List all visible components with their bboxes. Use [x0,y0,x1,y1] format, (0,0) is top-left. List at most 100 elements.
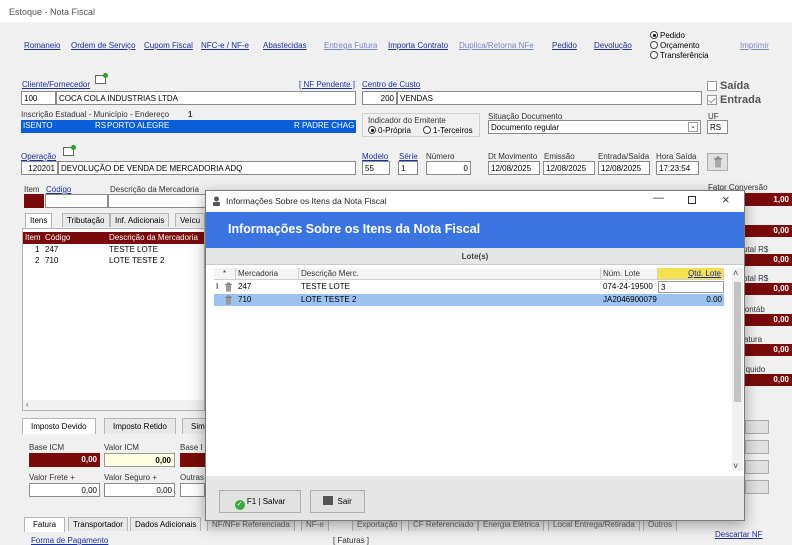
centro-code-field[interactable]: 200 [362,91,397,105]
codigo-label[interactable]: Código [46,185,71,194]
save-button[interactable]: ✓ F1 | Salvar [219,490,301,513]
centro-name-field[interactable]: VENDAS [397,91,702,105]
table-row[interactable]: 2 710 LOTE TESTE 2 [23,256,204,267]
entrada-saida-field[interactable]: 12/08/2025 [598,161,650,175]
emissao-field[interactable]: 12/08/2025 [543,161,595,175]
tab-itens[interactable]: Itens [25,213,53,228]
chevron-down-icon[interactable]: ⌄ [688,122,698,132]
radio-pedido[interactable]: Pedido [650,31,709,41]
tab-inf-adicionais[interactable]: Inf. Adicionais [110,213,170,227]
menu-imprimir[interactable]: Imprimir [740,41,792,50]
modelo-field[interactable]: 55 [362,161,390,175]
codigo-field[interactable] [45,194,108,208]
tab-fatura[interactable]: Fatura [24,517,66,532]
cell-qtd-lote[interactable]: 0.00 [658,294,724,306]
fator-field[interactable]: 1,00 [743,193,792,206]
minimize-icon[interactable]: — [653,192,664,204]
modal-banner-title: Informações Sobre os Itens da Nota Fisca… [228,222,481,236]
vertical-scrollbar[interactable]: ˄ ˅ [732,268,743,471]
descricao-field[interactable] [108,194,208,208]
tab-imposto-retido[interactable]: Imposto Retido [104,418,176,434]
forma-pagamento-link[interactable]: Forma de Pagamento [31,536,108,545]
item-field[interactable] [24,194,44,208]
nf-pendente-link[interactable]: [ NF Pendente ] [299,80,355,89]
hora-saida-field[interactable]: 17:23:54 [656,161,699,175]
operacao-code-field[interactable]: 120201 [21,161,58,175]
check-icon: ✓ [234,500,245,510]
menu-nfce-nfe[interactable]: NFC-e / NF-e [201,41,249,50]
inscricao-row[interactable]: ISENTO RS PORTO ALEGRE R PADRE CHAG [21,120,356,133]
menu-cupom-fiscal[interactable]: Cupom Fiscal [144,41,193,50]
cell-num-lote[interactable]: 074-24-19500 [601,281,658,293]
valor-icm-field[interactable]: 0,00 [104,453,175,467]
cliente-code-field[interactable]: 100 [21,91,56,105]
cliente-name-field[interactable]: COCA COLA INDUSTRIAS LTDA [56,91,356,105]
tab-transportador[interactable]: Transportador [68,517,128,531]
inscricao-uf: RS [95,121,107,130]
indicador-terceiros[interactable]: 1-Terceiros [423,126,473,135]
cell-mercadoria: 247 [238,282,252,291]
tab-tributacao[interactable]: Tributação [62,213,110,227]
scroll-up-icon[interactable]: ˄ [733,268,738,278]
trash-button[interactable] [707,153,728,171]
cell-qtd-lote[interactable]: 3 [658,281,724,293]
dt-movimento-field[interactable]: 12/08/2025 [488,161,540,175]
scroll-left-icon[interactable]: ‹ [26,400,29,409]
side-button-4[interactable] [745,480,769,494]
serie-label[interactable]: Série [399,152,418,161]
serie-field[interactable]: 1 [398,161,418,175]
add-operacao-icon[interactable] [63,145,76,156]
saida-checkbox[interactable]: Saída [707,80,749,92]
menu-devolucao[interactable]: Devolução [594,41,632,50]
menu-abastecidas[interactable]: Abastecidas [263,41,307,50]
inscricao-label: Inscrição Estadual - Município - Endereç… [21,110,170,119]
base-icm-field[interactable]: 0,00 [29,453,100,467]
uf-field[interactable]: RS [707,120,728,134]
valor-icm-label: Valor ICM [104,443,139,452]
total-value-5: 0,00 [743,374,792,386]
table-row[interactable]: I 247 TESTE LOTE 074-24-19500 3 [214,281,724,293]
table-row[interactable]: 1 247 TESTE LOTE [23,245,204,256]
situacao-select[interactable]: Documento regular ⌄ [488,120,701,134]
tab-veiculo[interactable]: Veícu [175,213,205,227]
side-button-1[interactable] [745,420,769,434]
modelo-label[interactable]: Modelo [362,152,388,161]
base-icm-label: Base ICM [29,443,65,452]
scroll-down-icon[interactable]: ˅ [733,461,738,471]
scroll-thumb[interactable] [734,282,741,402]
menu-ordem-servico[interactable]: Ordem de Serviço [71,41,135,50]
close-icon[interactable]: × [722,192,730,207]
trash-icon[interactable] [224,282,233,294]
numero-field[interactable]: 0 [426,161,471,175]
menu-pedido[interactable]: Pedido [552,41,577,50]
operacao-label[interactable]: Operação [21,152,56,161]
menu-importa-contrato[interactable]: Importa Contrato [388,41,448,50]
seguro-field[interactable]: 0,00 [104,483,175,497]
side-button-3[interactable] [745,460,769,474]
frete-field[interactable]: 0,00 [29,483,100,497]
centro-custo-label[interactable]: Centro de Custo [362,80,420,89]
cliente-label[interactable]: Cliente/Fornecedor [22,80,90,89]
table-row[interactable]: 710 LOTE TESTE 2 JA2046900079 0.00 [214,294,724,306]
horizontal-scrollbar[interactable]: ‹ [23,400,204,410]
exit-button[interactable]: Sair [310,490,365,513]
menu-duplica-retorna[interactable]: Duplica/Retorna NFe [459,41,534,50]
operacao-name-field[interactable]: DEVOLUÇÃO DE VENDA DE MERCADORIA ADQ [58,161,356,175]
maximize-icon[interactable] [688,196,696,204]
side-button-2[interactable] [745,440,769,454]
trash-icon[interactable] [224,295,233,307]
cell-num-lote[interactable]: JA2046900079 [601,294,658,306]
indicador-propria[interactable]: 0-Própria [368,126,411,135]
descartar-nf-link[interactable]: Descartar NF [715,530,763,539]
tab-simples[interactable]: Simp [182,418,206,434]
base-i-field[interactable] [180,453,205,467]
radio-transferencia[interactable]: Transferência [650,51,709,61]
radio-orcamento[interactable]: Orçamento [650,41,709,51]
menu-romaneio[interactable]: Romaneio [24,41,60,50]
add-cliente-icon[interactable] [95,73,108,84]
menu-entrega-futura[interactable]: Entrega Futura [324,41,377,50]
tab-dados-adicionais[interactable]: Dados Adicionais [130,517,202,531]
tab-imposto-devido[interactable]: Imposto Devido [22,418,96,434]
entrada-checkbox[interactable]: Entrada [707,94,761,106]
outras-field[interactable] [180,483,205,497]
